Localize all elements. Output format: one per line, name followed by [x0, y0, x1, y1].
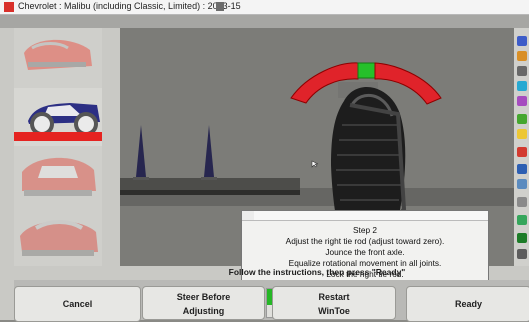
toolbar-icon-13[interactable] [517, 233, 527, 243]
main-viewport: Step 2 Adjust the right tie rod (adjust … [120, 28, 514, 296]
steer-before-adjusting-button[interactable]: Steer Before Adjusting [142, 286, 265, 320]
toolbar-icon-11[interactable] [517, 197, 527, 207]
toolbar-icon-5[interactable] [517, 96, 527, 106]
thumbnail-2[interactable] [14, 88, 102, 146]
toolbar-icon-14[interactable] [517, 249, 527, 259]
restart-wintoe-button[interactable]: Restart WinToe [272, 286, 396, 320]
toolbar-icon-12[interactable] [517, 215, 527, 225]
toolbar-icon-3[interactable] [517, 66, 527, 76]
thumbnail-4[interactable] [14, 208, 102, 266]
cancel-button[interactable]: Cancel [14, 286, 141, 322]
toolbar-icon-10[interactable] [517, 179, 527, 189]
steer-button-line-1: Steer Before [176, 292, 231, 302]
restart-button-line-1: Restart [318, 292, 350, 302]
app-logo-icon [4, 2, 14, 12]
title-bar: Chevrolet : Malibu (including Classic, L… [0, 0, 529, 15]
toolbar-icon-7[interactable] [517, 129, 527, 139]
thumbnail-1[interactable] [14, 28, 102, 86]
tie-rod-marker-left [133, 125, 149, 180]
tie-rod-marker-right [201, 125, 217, 180]
dropdown-icon[interactable] [216, 2, 224, 11]
window-title: Chevrolet : Malibu (including Classic, L… [18, 1, 241, 11]
toolbar-icon-2[interactable] [517, 51, 527, 61]
dialog-step: Step 2 [353, 225, 377, 235]
instruction-text: Follow the instructions, then press "Rea… [228, 267, 406, 277]
steer-button-line-2: Adjusting [182, 306, 225, 316]
procedure-thumbnails [14, 28, 102, 266]
dialog-line-2: Jounce the front axle. [325, 247, 405, 257]
restart-button-line-2: WinToe [318, 306, 350, 316]
button-bar: Cancel Steer Before Adjusting Restart Wi… [14, 280, 529, 322]
toolbar-icon-8[interactable] [517, 147, 527, 157]
right-toolbar [514, 28, 529, 266]
ready-button[interactable]: Ready [406, 286, 529, 322]
dialog-tab [242, 211, 254, 220]
status-strip [0, 15, 529, 28]
toolbar-icon-9[interactable] [517, 164, 527, 174]
dialog-line-1: Adjust the right tie rod (adjust toward … [285, 236, 445, 246]
app-window: Chevrolet : Malibu (including Classic, L… [0, 0, 529, 322]
toolbar-icon-1[interactable] [517, 36, 527, 46]
toolbar-icon-6[interactable] [517, 114, 527, 124]
thumbnail-3[interactable] [14, 148, 102, 206]
toolbar-icon-4[interactable] [517, 81, 527, 91]
dialog-header [242, 211, 488, 221]
